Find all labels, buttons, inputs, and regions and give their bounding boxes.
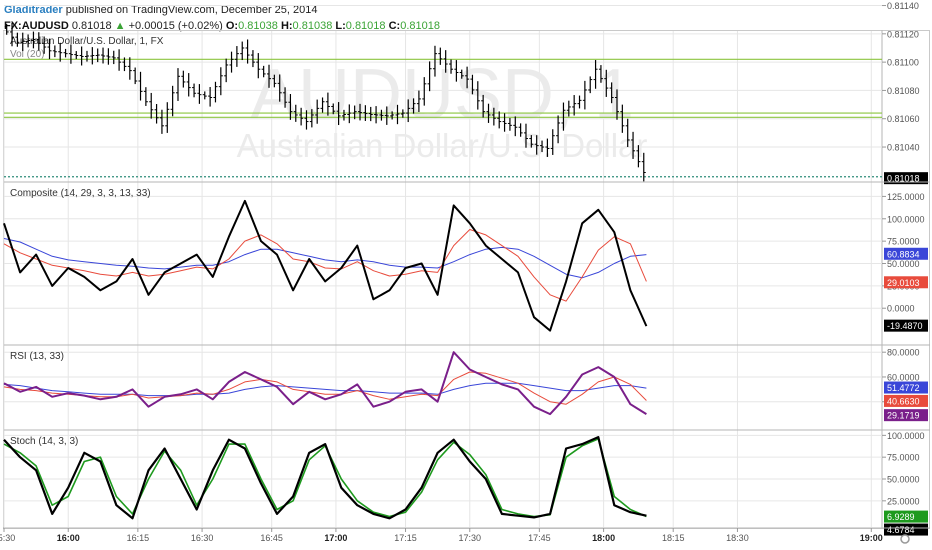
- panel-title: Composite (14, 29, 3, 3, 13, 33): [10, 188, 151, 199]
- value-badge-label: 29.1719: [887, 411, 920, 421]
- stoch-series-line-1: [3, 438, 647, 518]
- rsi-series-line-2: [3, 382, 647, 397]
- x-tick-label: 18:30: [726, 533, 749, 543]
- y-tick-label: 100.0000: [887, 431, 925, 441]
- panel-subtitle: Vol (20): [10, 49, 44, 60]
- x-tick-label: 18:15: [662, 533, 685, 543]
- y-tick-label: 75.0000: [887, 453, 920, 463]
- y-tick-label: 75.0000: [887, 237, 920, 247]
- x-tick-label: 17:45: [528, 533, 551, 543]
- stoch-series-line-0: [3, 436, 647, 520]
- y-tick-label: 0.81120: [887, 29, 919, 39]
- chart-canvas[interactable]: 0.81140 0.81120 0.81100 0.81080 0.81060 0.810…: [0, 0, 932, 550]
- y-tick-label: 0.81060: [887, 114, 920, 124]
- value-badge-label: 4.6784: [887, 525, 915, 535]
- x-tick-label: 16:00: [57, 533, 80, 543]
- y-tick-label: 50.0000: [887, 475, 920, 485]
- y-tick-label: 25.0000: [887, 496, 920, 506]
- x-tick-label: 16:30: [191, 533, 214, 543]
- panel-title: Stoch (14, 3, 3): [10, 436, 78, 447]
- y-tick-label: 0.81040: [887, 143, 920, 153]
- panel-title: RSI (13, 33): [10, 351, 64, 362]
- value-badge-label: 6.9289: [887, 512, 915, 522]
- gear-icon[interactable]: [900, 534, 910, 544]
- x-tick-label: 15:30: [0, 533, 15, 543]
- composite-series-line-2: [3, 238, 647, 279]
- y-tick-label: 0.0000: [887, 304, 915, 314]
- x-tick-label: 16:15: [127, 533, 150, 543]
- rsi-series-line-0: [3, 351, 647, 416]
- y-tick-label: 60.0000: [887, 372, 920, 382]
- y-tick-label: 0.81100: [887, 58, 919, 68]
- value-badge-label: 40.6630: [887, 396, 920, 406]
- x-tick-label: 19:00: [860, 533, 883, 543]
- y-tick-label: 125.0000: [887, 192, 925, 202]
- y-tick-label: 0.81080: [887, 86, 920, 96]
- x-tick-label: 17:30: [459, 533, 482, 543]
- x-tick-label: 17:00: [324, 533, 347, 543]
- y-tick-label: 50.0000: [887, 259, 920, 269]
- y-tick-label: 0.81140: [887, 1, 919, 11]
- x-tick-label: 16:45: [260, 533, 283, 543]
- value-badge-label: 29.0103: [887, 278, 920, 288]
- x-tick-label: 18:00: [592, 533, 615, 543]
- value-badge-label: 60.8834: [887, 249, 920, 259]
- y-tick-label: 100.0000: [887, 214, 925, 224]
- x-tick-label: 17:15: [394, 533, 417, 543]
- watermark-symbol: AUDUSD, 1: [250, 55, 634, 135]
- y-tick-label: 80.0000: [887, 348, 920, 358]
- value-badge-label: 51.4772: [887, 383, 920, 393]
- value-badge-label: -19.4870: [887, 321, 923, 331]
- watermark-name: Australian Dollar/U.S. Dollar: [237, 127, 648, 164]
